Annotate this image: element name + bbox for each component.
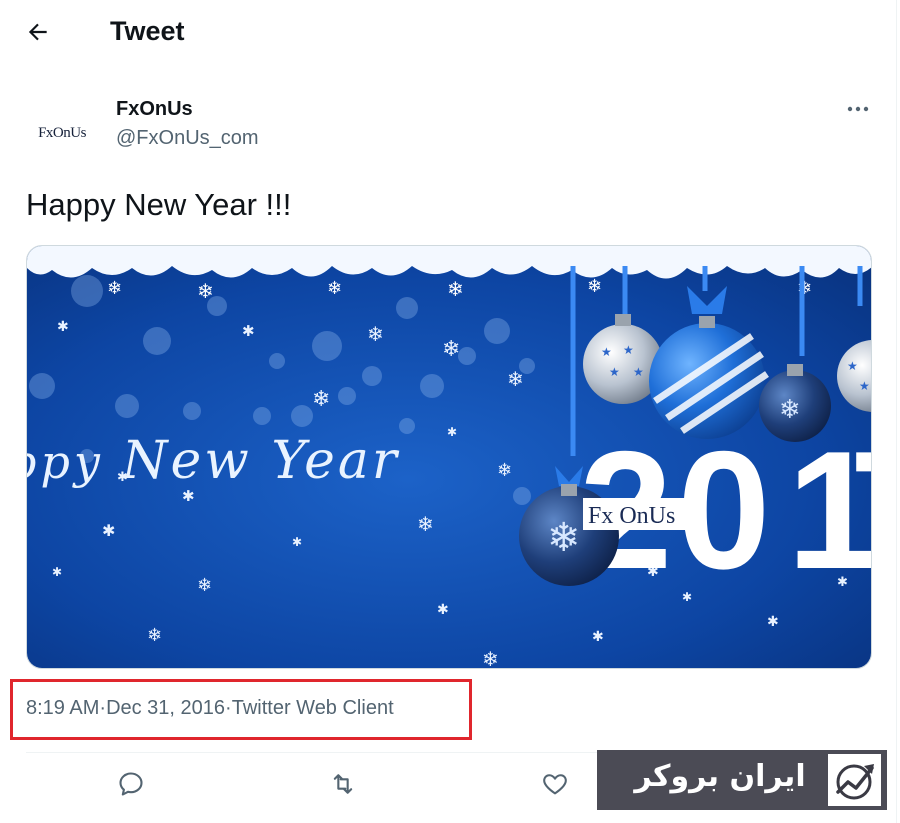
- avatar[interactable]: FxOnUs: [26, 98, 98, 168]
- reply-icon: [119, 772, 143, 796]
- arrow-left-icon: [28, 23, 47, 41]
- tweet-meta: 8:19 AM · Dec 31, 2016 · Twitter Web Cli…: [26, 697, 394, 720]
- tweet-text: Happy New Year !!!: [26, 187, 292, 222]
- svg-text:New Year: New Year: [120, 431, 400, 491]
- svg-text:✱: ✱: [437, 601, 449, 617]
- svg-text:❄: ❄: [417, 514, 434, 536]
- tweet-time[interactable]: 8:19 AM: [26, 697, 99, 720]
- svg-text:❄: ❄: [107, 278, 122, 298]
- svg-text:✱: ✱: [447, 425, 457, 439]
- page-title: Tweet: [110, 16, 185, 46]
- svg-text:❄: ❄: [507, 369, 524, 391]
- svg-text:★: ★: [847, 359, 858, 373]
- retweet-icon: [333, 774, 353, 794]
- svg-text:★: ★: [633, 365, 644, 379]
- svg-text:✱: ✱: [242, 323, 255, 340]
- tweet-date[interactable]: Dec 31, 2016: [106, 697, 225, 720]
- watermark-text: ایران بروکر: [634, 759, 806, 794]
- more-options-button[interactable]: [840, 95, 876, 123]
- meta-separator: ·: [225, 697, 232, 719]
- reply-button[interactable]: [111, 764, 151, 804]
- svg-text:✱: ✱: [592, 628, 604, 644]
- svg-text:❄: ❄: [587, 276, 602, 296]
- new-year-card-illustration: ✱✱ ✱ ❄ ❄❄ ✱✱ ✱❄ ✱❄ ✱❄ ❄❄ ❄✱ ✱❄ ✱✱ ✱✱ ❄ ❄ ❄…: [27, 246, 872, 669]
- svg-text:❄: ❄: [442, 336, 460, 361]
- author-name[interactable]: FxOnUs: [116, 98, 193, 121]
- svg-text:★: ★: [859, 379, 870, 393]
- svg-text:❄: ❄: [779, 394, 801, 424]
- svg-text:❄: ❄: [197, 575, 212, 595]
- svg-text:7: 7: [849, 416, 872, 604]
- heart-icon: [543, 774, 567, 795]
- more-icon: [847, 106, 869, 112]
- svg-text:✱: ✱: [292, 535, 302, 549]
- svg-text:❄: ❄: [327, 278, 342, 298]
- svg-text:❄: ❄: [367, 324, 384, 346]
- svg-text:❄: ❄: [147, 625, 162, 645]
- svg-text:❄: ❄: [197, 281, 214, 303]
- svg-text:❄: ❄: [497, 460, 512, 480]
- svg-text:✱: ✱: [57, 318, 69, 334]
- svg-text:✱: ✱: [52, 565, 62, 579]
- svg-text:Fx OnUs: Fx OnUs: [588, 503, 675, 529]
- svg-text:❄: ❄: [447, 279, 464, 301]
- svg-text:✱: ✱: [767, 613, 779, 629]
- svg-text:ppy: ppy: [27, 435, 104, 489]
- svg-text:✱: ✱: [102, 523, 115, 540]
- svg-text:❄: ❄: [482, 649, 499, 669]
- avatar-logo-text: FxOnUs: [38, 124, 86, 141]
- watermark-banner: ایران بروکر: [597, 750, 887, 810]
- svg-text:❄: ❄: [797, 278, 812, 298]
- watermark-logo: [828, 754, 881, 806]
- chart-trend-icon: [835, 764, 874, 800]
- tweet-source: Twitter Web Client: [231, 697, 394, 719]
- page-header: Tweet: [0, 0, 897, 64]
- svg-text:❄: ❄: [312, 386, 330, 411]
- meta-separator: ·: [99, 697, 107, 719]
- svg-text:★: ★: [623, 343, 634, 357]
- svg-text:★: ★: [609, 365, 620, 379]
- tweet-page: Tweet FxOnUs FxOnUs @FxOnUs_com Happy Ne…: [0, 0, 897, 823]
- like-button[interactable]: [535, 764, 575, 804]
- retweet-button[interactable]: [323, 764, 363, 804]
- svg-text:★: ★: [601, 345, 612, 359]
- back-button[interactable]: [18, 12, 58, 52]
- tweet-media-image[interactable]: ✱ ✱ ✱ ❄ ❄ ❄ ✱ ✱ ✱ ❄ ✱ ❄ ✱ ❄ ❄ ❄ ❄ ✱ ✱ ❄ ✱ ✱ ✱ ✱ ❄ ❄ ❄…: [26, 245, 872, 669]
- svg-text:❄: ❄: [547, 516, 581, 560]
- author-handle[interactable]: @FxOnUs_com: [116, 127, 259, 150]
